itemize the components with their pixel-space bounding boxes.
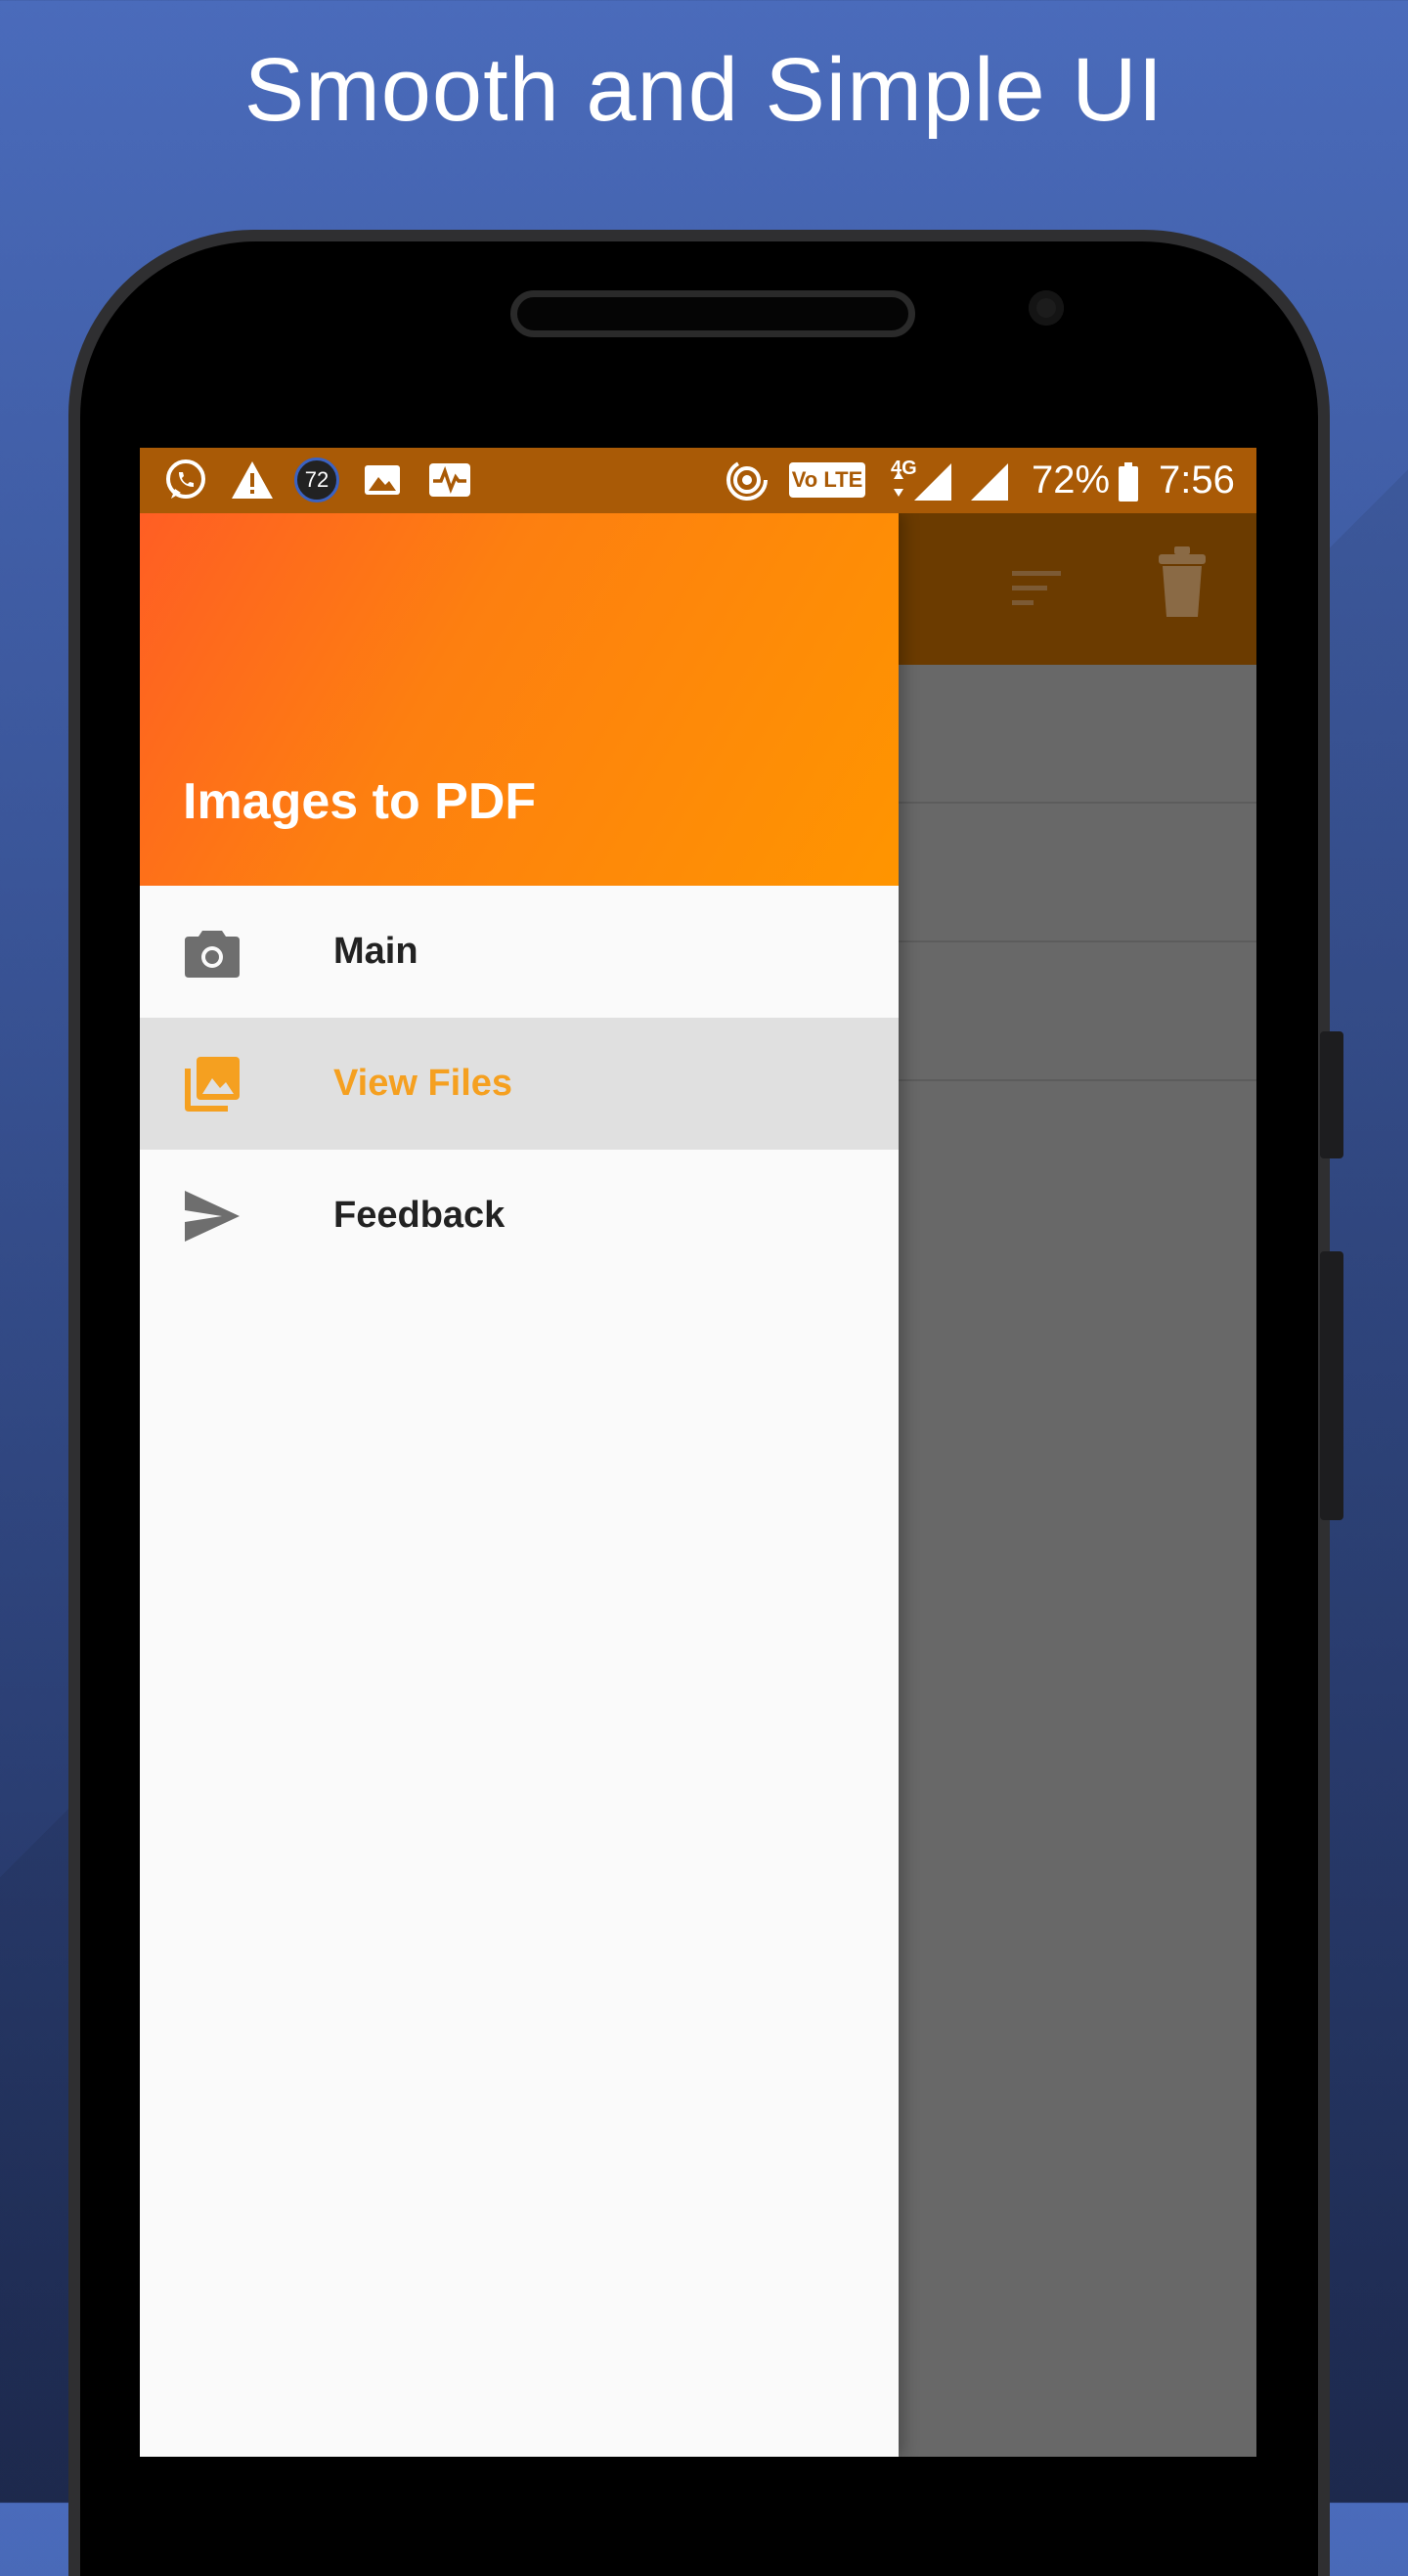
volume-button: [1320, 1031, 1343, 1158]
hotspot-icon: [726, 459, 768, 501]
menu-item-view-files[interactable]: View Files: [140, 1018, 899, 1150]
navigation-drawer: Images to PDF Main View Files Feedback: [140, 513, 899, 2457]
signal-icon: [914, 463, 951, 501]
menu-item-label: View Files: [333, 1063, 513, 1104]
data-transfer-icon: [894, 471, 903, 497]
sort-icon[interactable]: [1010, 567, 1063, 610]
power-button: [1320, 1251, 1343, 1520]
warning-icon: [232, 461, 273, 499]
signal-icon-2: [971, 463, 1008, 501]
send-icon: [185, 1191, 240, 1242]
camera-icon: [185, 931, 240, 978]
front-camera: [1029, 290, 1064, 326]
status-bar: 72 Vo LTE 4G 72% 7:56: [140, 448, 1256, 513]
menu-item-label: Feedback: [333, 1195, 506, 1236]
menu-item-feedback[interactable]: Feedback: [140, 1150, 899, 1282]
trash-icon[interactable]: [1155, 545, 1210, 619]
drawer-header: Images to PDF: [140, 513, 899, 886]
battery-percent: 72%: [1032, 458, 1111, 502]
volte-indicator: Vo LTE: [789, 462, 865, 498]
photo-library-icon: [185, 1057, 240, 1112]
drawer-menu: Main View Files Feedback: [140, 886, 899, 1282]
menu-item-label: Main: [333, 931, 418, 972]
battery-icon: [1119, 462, 1138, 502]
promo-title: Smooth and Simple UI: [243, 40, 1165, 140]
image-icon: [365, 465, 400, 495]
speaker-grille: [510, 290, 915, 337]
counter-badge-icon: 72: [294, 458, 339, 502]
device-screen: 72 Vo LTE 4G 72% 7:56 Images to PDF Main…: [140, 448, 1256, 2457]
clock: 7:56: [1159, 458, 1235, 502]
whatsapp-icon: [166, 459, 205, 499]
drawer-title: Images to PDF: [183, 773, 537, 830]
menu-item-main[interactable]: Main: [140, 886, 899, 1018]
activity-icon: [429, 463, 470, 497]
